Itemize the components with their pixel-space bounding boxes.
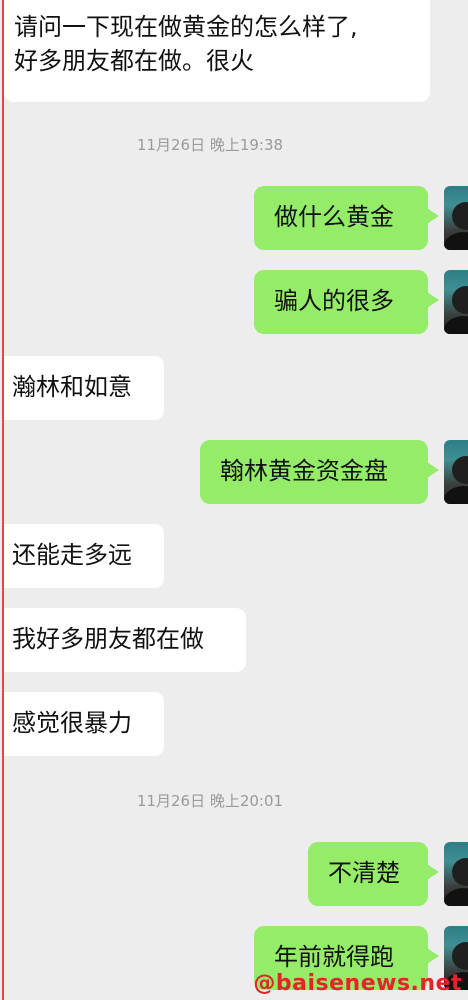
message-bubble-sent[interactable]: 做什么黄金 xyxy=(254,186,439,250)
message-bubble-received[interactable]: 感觉很暴力 xyxy=(4,692,164,756)
message-bubble-sent[interactable]: 翰林黄金资金盘 xyxy=(200,440,439,504)
message-text: 年前就得跑 xyxy=(274,943,394,971)
message-text: 翰林黄金资金盘 xyxy=(220,457,388,485)
avatar[interactable] xyxy=(444,440,468,504)
avatar[interactable] xyxy=(444,186,468,250)
chat-window: 请问一下现在做黄金的怎么样了, 好多朋友都在做。很火 11月26日 晚上19:3… xyxy=(0,0,468,1000)
message-bubble-received[interactable]: 瀚林和如意 xyxy=(4,356,164,420)
avatar-image xyxy=(444,858,468,906)
avatar-image xyxy=(444,286,468,334)
watermark: @baisenews.net xyxy=(253,971,462,996)
message-bubble-received[interactable]: 请问一下现在做黄金的怎么样了, 好多朋友都在做。很火 xyxy=(4,0,430,102)
message-text: 骗人的很多 xyxy=(274,287,394,315)
avatar[interactable] xyxy=(444,270,468,334)
message-text: 不清楚 xyxy=(328,859,400,887)
message-bubble-sent[interactable]: 不清楚 xyxy=(308,842,439,906)
message-text: 做什么黄金 xyxy=(274,203,394,231)
message-text-line: 请问一下现在做黄金的怎么样了, xyxy=(14,13,358,41)
timestamp: 11月26日 晚上20:01 xyxy=(136,792,284,810)
message-text: 感觉很暴力 xyxy=(12,709,132,737)
message-text: 我好多朋友都在做 xyxy=(12,625,204,653)
avatar-image xyxy=(444,202,468,250)
timestamp: 11月26日 晚上19:38 xyxy=(136,136,284,154)
avatar-image xyxy=(444,456,468,504)
message-text: 还能走多远 xyxy=(12,541,132,569)
message-text: 瀚林和如意 xyxy=(12,373,132,401)
message-bubble-sent[interactable]: 骗人的很多 xyxy=(254,270,439,334)
message-bubble-received[interactable]: 还能走多远 xyxy=(4,524,164,588)
message-text-line: 好多朋友都在做。很火 xyxy=(14,47,254,75)
avatar[interactable] xyxy=(444,842,468,906)
message-bubble-received[interactable]: 我好多朋友都在做 xyxy=(4,608,246,672)
